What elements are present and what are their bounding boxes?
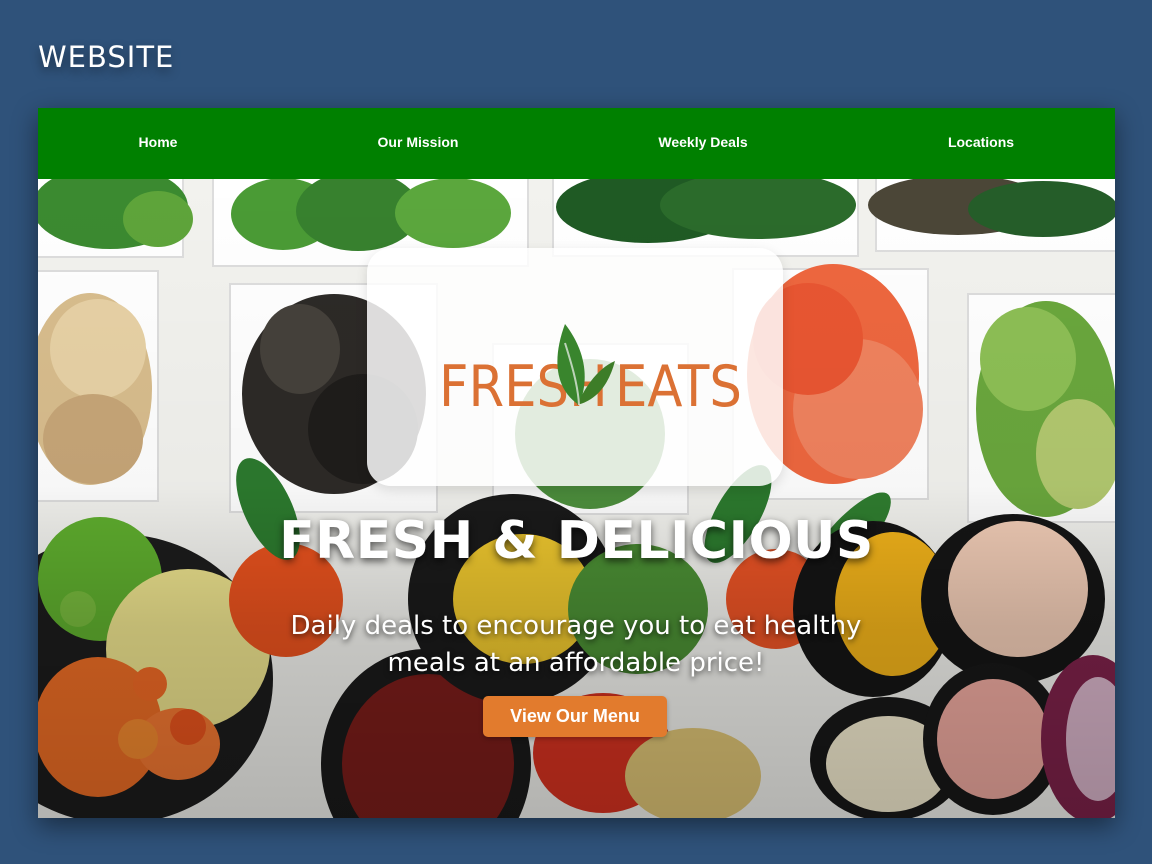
nav-home[interactable]: Home	[139, 134, 178, 150]
logo-eats-text: EATS	[615, 354, 742, 420]
view-menu-button[interactable]: View Our Menu	[483, 696, 667, 737]
website-preview: Home Our Mission Weekly Deals Locations	[38, 108, 1115, 818]
hero-subtitle: Daily deals to encourage you to eat heal…	[290, 611, 862, 678]
hero-title: FRESH & DELICIOUS	[279, 511, 874, 571]
nav-weekly-deals[interactable]: Weekly Deals	[658, 134, 747, 150]
nav-our-mission[interactable]: Our Mission	[378, 134, 459, 150]
logo-card: FRESH EATS	[367, 248, 783, 486]
main-navigation: Home Our Mission Weekly Deals Locations	[38, 108, 1115, 179]
hero-section: FRESH EATS FRESH & DELICIOUS Daily deals…	[38, 179, 1115, 818]
fresh-eats-logo: FRESH EATS	[439, 324, 742, 420]
page-label: WEBSITE	[38, 40, 175, 74]
nav-locations[interactable]: Locations	[948, 134, 1014, 150]
